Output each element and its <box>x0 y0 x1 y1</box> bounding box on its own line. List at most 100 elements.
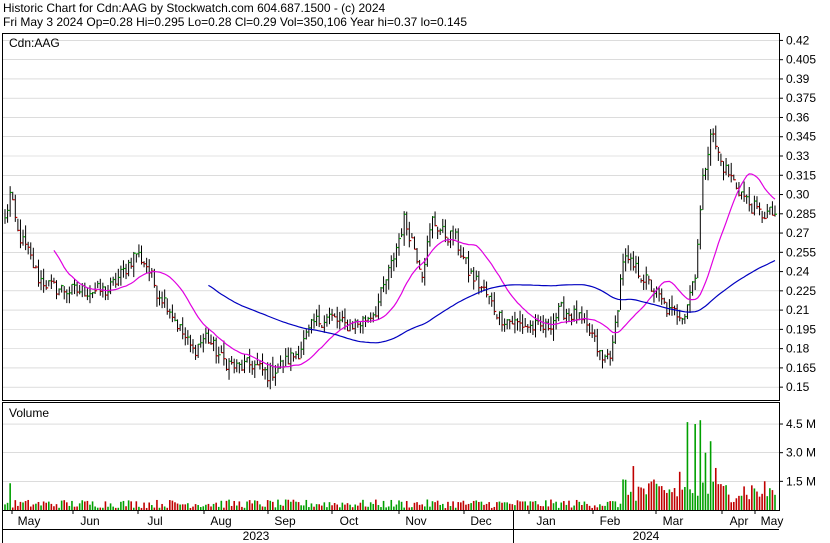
volume-bar <box>9 483 11 510</box>
volume-bar <box>611 501 614 510</box>
price-bar <box>97 280 100 289</box>
price-bar <box>151 267 154 278</box>
month-label: Nov <box>405 514 426 528</box>
price-tick-label: 0.255 <box>786 245 816 259</box>
price-bar <box>413 236 417 250</box>
price-bar <box>475 270 479 281</box>
volume-bar <box>588 505 591 510</box>
price-bar <box>375 306 378 318</box>
price-bar <box>267 362 270 388</box>
price-bar <box>207 328 211 344</box>
volume-bar <box>596 507 599 510</box>
price-bar <box>426 235 430 267</box>
volume-bar <box>717 484 720 510</box>
volume-bar <box>269 500 272 510</box>
price-bar <box>383 276 386 293</box>
volume-bar <box>380 507 382 510</box>
month-label: Dec <box>470 514 491 528</box>
volume-bar <box>346 503 349 510</box>
price-bar <box>66 289 69 304</box>
volume-bar <box>89 504 91 510</box>
price-bar <box>380 286 383 307</box>
price-bar <box>728 164 731 178</box>
volume-bar <box>547 506 550 510</box>
price-bar <box>143 261 147 268</box>
volume-bar <box>35 503 37 510</box>
volume-bar <box>408 507 411 510</box>
price-bar <box>45 280 49 290</box>
volume-bar <box>627 494 630 510</box>
price-bar <box>408 221 412 248</box>
price-bar <box>617 310 620 328</box>
month-label: Jan <box>536 514 555 528</box>
volume-bar <box>47 501 50 510</box>
price-bar <box>542 315 546 334</box>
volume-bar <box>153 507 156 510</box>
price-bar <box>218 346 221 364</box>
volume-bar <box>179 504 181 510</box>
price-bar <box>622 253 626 286</box>
price-bar <box>174 312 177 322</box>
volume-bar <box>714 467 717 510</box>
price-bar <box>514 311 517 334</box>
month-label: Aug <box>210 514 231 528</box>
volume-bar <box>367 506 369 510</box>
volume-bar <box>212 503 215 510</box>
volume-bar <box>591 507 593 510</box>
volume-bar <box>169 500 171 510</box>
volume-bar <box>534 500 537 510</box>
volume-bar <box>496 502 498 510</box>
volume-bar <box>488 502 490 510</box>
volume-bar <box>694 424 696 510</box>
price-bar <box>488 295 492 305</box>
volume-bar <box>490 507 493 510</box>
price-bar <box>470 268 474 274</box>
volume-bar <box>32 504 35 510</box>
price-bar <box>285 348 288 367</box>
volume-bar <box>426 499 429 510</box>
price-bar <box>638 256 641 279</box>
volume-bar <box>387 506 390 510</box>
price-bar <box>53 277 56 284</box>
volume-bar <box>230 505 233 510</box>
price-bar <box>712 128 716 143</box>
volume-bar <box>102 507 104 510</box>
price-bar <box>555 312 559 330</box>
volume-bar <box>282 505 284 510</box>
price-bar <box>666 302 669 317</box>
volume-bar <box>272 501 274 510</box>
price-bar <box>156 285 159 307</box>
volume-bar <box>735 498 738 510</box>
volume-bar <box>678 471 681 510</box>
volume-bar <box>508 503 511 510</box>
price-bar <box>645 266 649 290</box>
price-bar <box>305 329 309 340</box>
price-bar <box>722 161 726 181</box>
price-bar <box>241 359 244 372</box>
volume-bar <box>444 508 447 510</box>
volume-bar <box>202 506 205 510</box>
volume-bar <box>122 500 125 510</box>
volume-bar <box>720 484 722 510</box>
volume-bar <box>506 502 508 510</box>
price-bar <box>140 245 144 265</box>
volume-bar <box>166 507 169 510</box>
month-label: Sep <box>274 514 296 528</box>
symbol-label: Cdn:AAG <box>9 36 60 50</box>
price-bar <box>676 304 680 325</box>
price-bar <box>571 313 574 326</box>
price-bar <box>635 255 638 274</box>
price-bar <box>318 304 322 328</box>
price-bar <box>287 347 291 365</box>
volume-bar <box>385 507 387 510</box>
price-bar <box>246 357 250 363</box>
price-bar <box>393 252 396 272</box>
price-bar <box>532 320 535 335</box>
volume-bar <box>632 466 635 510</box>
price-bar <box>213 336 216 352</box>
price-bar <box>264 367 268 380</box>
price-bar <box>138 244 141 258</box>
volume-bar <box>11 507 14 510</box>
price-bar <box>331 308 335 321</box>
volume-bar <box>449 506 452 510</box>
